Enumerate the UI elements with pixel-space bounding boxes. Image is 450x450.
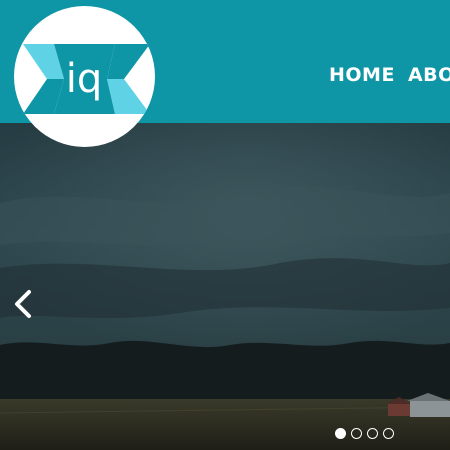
site-logo[interactable]: iq: [14, 6, 155, 147]
tree-line: [0, 340, 450, 403]
page: iq HOME ABO: [0, 0, 450, 450]
logo-text: iq: [66, 56, 103, 102]
nav-item-home[interactable]: HOME: [329, 64, 395, 86]
slider-dot-2[interactable]: [351, 428, 362, 439]
hero-image: [0, 123, 450, 450]
slider-dots: [335, 428, 394, 439]
logo-graphic: iq: [23, 44, 150, 114]
building-red: [388, 404, 410, 416]
chevron-left-icon: [15, 290, 31, 318]
slider-dot-3[interactable]: [367, 428, 378, 439]
slider-dot-4[interactable]: [383, 428, 394, 439]
slider-dot-1[interactable]: [335, 428, 346, 439]
main-nav: HOME ABO: [329, 64, 450, 86]
field: [0, 399, 450, 450]
site-header: iq HOME ABO: [0, 0, 450, 147]
building-grey: [410, 401, 450, 417]
slider-prev-button[interactable]: [10, 288, 36, 320]
sky-glow: [0, 123, 450, 373]
nav-item-about[interactable]: ABO: [408, 64, 450, 86]
hero-slider: [0, 123, 450, 450]
